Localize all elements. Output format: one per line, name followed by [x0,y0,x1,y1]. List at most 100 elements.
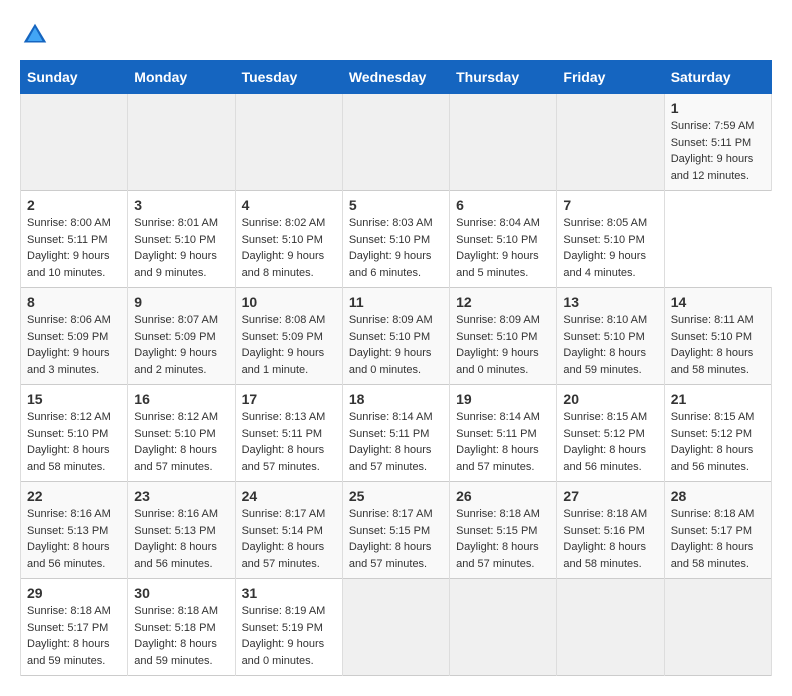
day-info: Sunrise: 8:13 AMSunset: 5:11 PMDaylight:… [242,409,336,475]
logo-icon [20,20,50,50]
day-info: Sunrise: 8:09 AMSunset: 5:10 PMDaylight:… [456,312,550,378]
calendar-week-2: 2Sunrise: 8:00 AMSunset: 5:11 PMDaylight… [21,191,772,288]
day-number: 13 [563,294,657,310]
day-cell-21: 21 Sunrise: 8:15 AMSunset: 5:12 PMDayligh… [664,385,771,482]
day-cell-30: 30 Sunrise: 8:18 AMSunset: 5:18 PMDayligh… [128,579,235,676]
day-cell-24: 24Sunrise: 8:17 AMSunset: 5:14 PMDayligh… [235,482,342,579]
day-number: 28 [671,488,765,504]
day-cell-11: 11Sunrise: 8:09 AMSunset: 5:10 PMDayligh… [342,288,449,385]
header-friday: Friday [557,61,664,94]
day-cell-2: 2Sunrise: 8:00 AMSunset: 5:11 PMDaylight… [21,191,128,288]
day-number: 19 [456,391,550,407]
day-number: 30 [134,585,228,601]
header [20,20,772,50]
empty-cell [342,579,449,676]
day-info: Sunrise: 8:06 AMSunset: 5:09 PMDaylight:… [27,312,121,378]
day-cell-31: 31Sunrise: 8:19 AMSunset: 5:19 PMDayligh… [235,579,342,676]
day-number: 23 [134,488,228,504]
day-cell-3: 3 Sunrise: 8:01 AMSunset: 5:10 PMDaylight… [128,191,235,288]
day-number: 4 [242,197,336,213]
logo [20,20,54,50]
day-info: Sunrise: 8:12 AMSunset: 5:10 PMDaylight:… [27,409,121,475]
day-number: 12 [456,294,550,310]
day-info: Sunrise: 8:18 AMSunset: 5:18 PMDaylight:… [134,603,228,669]
empty-cell [664,579,771,676]
day-info: Sunrise: 8:04 AMSunset: 5:10 PMDaylight:… [456,215,550,281]
day-info: Sunrise: 8:03 AMSunset: 5:10 PMDaylight:… [349,215,443,281]
day-info: Sunrise: 8:16 AMSunset: 5:13 PMDaylight:… [134,506,228,572]
day-number: 21 [671,391,765,407]
day-cell-7: 7 Sunrise: 8:05 AMSunset: 5:10 PMDaylight… [557,191,664,288]
day-info: Sunrise: 8:11 AMSunset: 5:10 PMDaylight:… [671,312,765,378]
calendar-week-3: 8 Sunrise: 8:06 AMSunset: 5:09 PMDaylight… [21,288,772,385]
day-number: 6 [456,197,550,213]
day-number: 14 [671,294,765,310]
day-number: 3 [134,197,228,213]
calendar-week-5: 22 Sunrise: 8:16 AMSunset: 5:13 PMDayligh… [21,482,772,579]
day-cell-19: 19 Sunrise: 8:14 AMSunset: 5:11 PMDayligh… [450,385,557,482]
day-cell-28: 28 Sunrise: 8:18 AMSunset: 5:17 PMDayligh… [664,482,771,579]
day-number: 16 [134,391,228,407]
day-info: Sunrise: 7:59 AMSunset: 5:11 PMDaylight:… [671,118,765,184]
day-info: Sunrise: 8:01 AMSunset: 5:10 PMDaylight:… [134,215,228,281]
day-info: Sunrise: 8:17 AMSunset: 5:14 PMDaylight:… [242,506,336,572]
header-monday: Monday [128,61,235,94]
day-info: Sunrise: 8:16 AMSunset: 5:13 PMDaylight:… [27,506,121,572]
day-info: Sunrise: 8:02 AMSunset: 5:10 PMDaylight:… [242,215,336,281]
day-cell-25: 25 Sunrise: 8:17 AMSunset: 5:15 PMDayligh… [342,482,449,579]
empty-cell [21,94,128,191]
day-number: 31 [242,585,336,601]
day-info: Sunrise: 8:08 AMSunset: 5:09 PMDaylight:… [242,312,336,378]
day-number: 8 [27,294,121,310]
day-number: 7 [563,197,657,213]
day-cell-16: 16 Sunrise: 8:12 AMSunset: 5:10 PMDayligh… [128,385,235,482]
day-cell-27: 27Sunrise: 8:18 AMSunset: 5:16 PMDayligh… [557,482,664,579]
day-number: 26 [456,488,550,504]
calendar-header-row: SundayMondayTuesdayWednesdayThursdayFrid… [21,61,772,94]
empty-cell [557,94,664,191]
day-cell-23: 23 Sunrise: 8:16 AMSunset: 5:13 PMDayligh… [128,482,235,579]
day-number: 5 [349,197,443,213]
day-cell-14: 14 Sunrise: 8:11 AMSunset: 5:10 PMDayligh… [664,288,771,385]
day-info: Sunrise: 8:17 AMSunset: 5:15 PMDaylight:… [349,506,443,572]
header-sunday: Sunday [21,61,128,94]
day-number: 9 [134,294,228,310]
day-cell-29: 29 Sunrise: 8:18 AMSunset: 5:17 PMDayligh… [21,579,128,676]
day-info: Sunrise: 8:18 AMSunset: 5:17 PMDaylight:… [671,506,765,572]
day-info: Sunrise: 8:12 AMSunset: 5:10 PMDaylight:… [134,409,228,475]
day-number: 10 [242,294,336,310]
day-cell-18: 18Sunrise: 8:14 AMSunset: 5:11 PMDayligh… [342,385,449,482]
calendar-week-1: 1 Sunrise: 7:59 AMSunset: 5:11 PMDaylight… [21,94,772,191]
calendar-week-6: 29 Sunrise: 8:18 AMSunset: 5:17 PMDayligh… [21,579,772,676]
day-cell-26: 26 Sunrise: 8:18 AMSunset: 5:15 PMDayligh… [450,482,557,579]
day-number: 17 [242,391,336,407]
day-cell-12: 12 Sunrise: 8:09 AMSunset: 5:10 PMDayligh… [450,288,557,385]
day-cell-4: 4 Sunrise: 8:02 AMSunset: 5:10 PMDaylight… [235,191,342,288]
empty-cell [450,94,557,191]
day-number: 29 [27,585,121,601]
day-cell-20: 20Sunrise: 8:15 AMSunset: 5:12 PMDayligh… [557,385,664,482]
empty-cell [557,579,664,676]
day-cell-8: 8 Sunrise: 8:06 AMSunset: 5:09 PMDaylight… [21,288,128,385]
day-cell-17: 17 Sunrise: 8:13 AMSunset: 5:11 PMDayligh… [235,385,342,482]
day-number: 20 [563,391,657,407]
day-number: 25 [349,488,443,504]
empty-cell [342,94,449,191]
day-info: Sunrise: 8:07 AMSunset: 5:09 PMDaylight:… [134,312,228,378]
day-number: 18 [349,391,443,407]
day-number: 2 [27,197,121,213]
header-thursday: Thursday [450,61,557,94]
day-number: 11 [349,294,443,310]
day-info: Sunrise: 8:18 AMSunset: 5:17 PMDaylight:… [27,603,121,669]
day-number: 1 [671,100,765,116]
day-cell-6: 6 Sunrise: 8:04 AMSunset: 5:10 PMDaylight… [450,191,557,288]
day-info: Sunrise: 8:05 AMSunset: 5:10 PMDaylight:… [563,215,657,281]
day-cell-1: 1 Sunrise: 7:59 AMSunset: 5:11 PMDaylight… [664,94,771,191]
day-number: 22 [27,488,121,504]
day-info: Sunrise: 8:18 AMSunset: 5:15 PMDaylight:… [456,506,550,572]
header-saturday: Saturday [664,61,771,94]
empty-cell [128,94,235,191]
day-info: Sunrise: 8:15 AMSunset: 5:12 PMDaylight:… [671,409,765,475]
calendar-week-4: 15Sunrise: 8:12 AMSunset: 5:10 PMDayligh… [21,385,772,482]
day-info: Sunrise: 8:14 AMSunset: 5:11 PMDaylight:… [456,409,550,475]
